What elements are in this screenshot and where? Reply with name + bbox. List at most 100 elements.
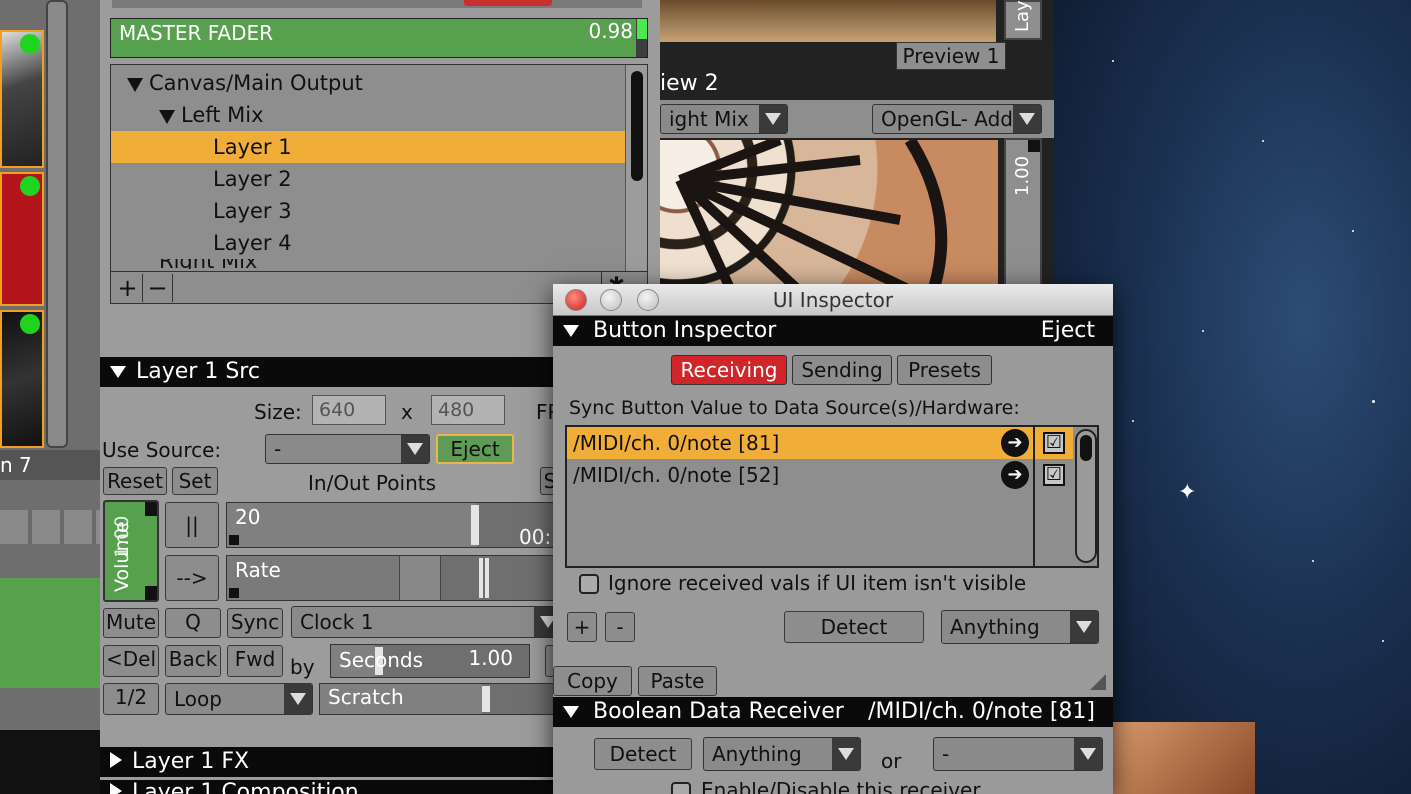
sync-button[interactable]: Sync [227, 608, 283, 638]
use-source-label: Use Source: [102, 438, 222, 462]
tree-item-layer-1[interactable]: Layer 1 [111, 131, 625, 163]
tree-item-layer-2[interactable]: Layer 2 [111, 163, 625, 195]
seconds-slider[interactable]: Seconds 1.00 [330, 644, 530, 678]
enable-checkbox[interactable] [671, 782, 691, 794]
thumbnail-scrollbar[interactable] [46, 0, 68, 448]
reset-button[interactable]: Reset [103, 467, 167, 495]
eject-button[interactable]: Eject [436, 434, 514, 464]
preview-2-opacity-slider[interactable]: 1.00 [1004, 138, 1042, 300]
ignore-label: Ignore received vals if UI item isn't vi… [608, 571, 1027, 595]
tree-item-canvas[interactable]: Canvas/Main Output [111, 67, 625, 99]
source-select[interactable]: - [265, 434, 430, 464]
tab-sending[interactable]: Sending [792, 355, 892, 385]
volume-handle[interactable] [145, 502, 157, 516]
add-source-button[interactable]: + [567, 612, 597, 642]
disclosure-icon [563, 706, 579, 718]
paste-button[interactable]: Paste [638, 666, 717, 696]
disclosure-icon [563, 325, 579, 337]
window-titlebar[interactable]: UI Inspector [553, 284, 1113, 316]
chevron-down-icon [1070, 611, 1098, 643]
strip-green-block [0, 578, 100, 688]
half-button[interactable]: 1/2 [103, 683, 159, 715]
pause-button[interactable]: || [165, 502, 219, 548]
mute-button[interactable]: Mute [103, 608, 159, 638]
ignore-checkbox[interactable] [579, 574, 599, 594]
boolean-receiver-header[interactable]: Boolean Data Receiver /MIDI/ch. 0/note [… [553, 697, 1113, 727]
master-fader[interactable]: MASTER FADER 0.98 [110, 18, 648, 58]
checkbox-icon[interactable]: ☑ [1043, 432, 1065, 454]
thumbnail-2[interactable] [0, 172, 44, 306]
rate-label: Rate [235, 558, 281, 582]
preview-1-tab[interactable]: Preview 1 [896, 42, 1006, 70]
play-direction-button[interactable]: --> [165, 555, 219, 601]
list-scrollbar-thumb[interactable] [1080, 435, 1092, 461]
remove-source-button[interactable]: - [605, 612, 635, 642]
detect-button[interactable]: Detect [784, 611, 924, 643]
button-inspector-header[interactable]: Button Inspector Eject [553, 316, 1113, 346]
copy-button[interactable]: Copy [553, 666, 632, 696]
fwd-button[interactable]: Fwd [227, 645, 283, 677]
tab-receiving[interactable]: Receiving [671, 355, 787, 385]
list-item[interactable]: /MIDI/ch. 0/note [81] [567, 427, 1033, 459]
rate-knob[interactable] [479, 558, 483, 598]
tree-scrollbar[interactable] [625, 65, 647, 271]
checkbox-icon[interactable]: ☑ [1043, 464, 1065, 486]
clock-select[interactable]: Clock 1 [291, 606, 563, 638]
delete-button[interactable]: <Del [103, 645, 159, 677]
master-fader-value: 0.98 [588, 19, 633, 43]
layer-src-header[interactable]: Layer 1 Src [100, 357, 560, 387]
layer-composition-header[interactable]: Layer 1 Composition [100, 780, 560, 794]
tree-item-layer-3[interactable]: Layer 3 [111, 195, 625, 227]
preview-1-opacity-slider[interactable]: Lay [1004, 0, 1042, 40]
tab-presets[interactable]: Presets [897, 355, 992, 385]
loop-select[interactable]: Loop [165, 683, 313, 715]
position-slider[interactable]: 20 00: [226, 502, 566, 548]
set-button[interactable]: Set [172, 467, 218, 495]
rate-slider[interactable]: Rate [226, 555, 566, 601]
status-dot [20, 314, 40, 334]
tree-item-right-mix[interactable]: Right Mix [111, 259, 625, 269]
arrow-right-icon[interactable]: ➔ [1001, 461, 1029, 489]
position-knob[interactable] [471, 505, 479, 545]
mix-select[interactable]: ight Mix [660, 104, 788, 134]
resize-grip-icon[interactable] [1090, 674, 1106, 690]
back-button[interactable]: Back [165, 645, 221, 677]
master-fader-handle[interactable] [637, 19, 647, 39]
enable-receiver-row[interactable]: Enable/Disable this receiver [671, 782, 1091, 794]
anything-select-2[interactable]: Anything [703, 737, 861, 771]
preview-panel: Lay Preview 1 iew 2 ight Mix OpenGL- Add… [660, 0, 1054, 300]
height-field[interactable]: 480 [431, 395, 505, 425]
q-button[interactable]: Q [165, 608, 221, 638]
thumbnail-1[interactable] [0, 30, 44, 168]
arrow-right-icon[interactable]: ➔ [1001, 429, 1029, 457]
minimize-icon[interactable] [600, 289, 622, 311]
tree-item-layer-4[interactable]: Layer 4 [111, 227, 625, 259]
chevron-down-icon [284, 684, 312, 714]
add-layer-button[interactable]: + [113, 274, 143, 302]
layer-fx-header[interactable]: Layer 1 FX [100, 747, 560, 777]
disclosure-icon [127, 78, 143, 92]
disclosure-icon [110, 752, 122, 768]
inout-points-label: In/Out Points [308, 471, 437, 495]
scratch-slider[interactable]: Scratch [319, 683, 560, 715]
size-x-label: x [401, 400, 413, 424]
preview-2-image [660, 140, 998, 300]
list-scrollbar[interactable] [1075, 429, 1097, 563]
remove-layer-button[interactable]: − [143, 274, 173, 302]
detect-button-2[interactable]: Detect [594, 738, 692, 770]
list-item[interactable]: /MIDI/ch. 0/note [52] [567, 459, 1033, 491]
blend-mode-select[interactable]: OpenGL- Add [872, 104, 1042, 134]
disclosure-icon [159, 110, 175, 124]
close-icon[interactable] [565, 289, 587, 311]
tree-item-left-mix[interactable]: Left Mix [111, 99, 625, 131]
volume-slider[interactable]: Volume 1.00 [103, 500, 159, 602]
receiver-select[interactable]: - [933, 737, 1103, 771]
scratch-knob[interactable] [482, 686, 490, 712]
window-title: UI Inspector [772, 288, 894, 312]
thumbnail-3[interactable] [0, 310, 44, 448]
zoom-icon[interactable] [637, 289, 659, 311]
tree-scrollbar-thumb[interactable] [631, 71, 643, 181]
strip-label: n 7 [0, 450, 100, 480]
width-field[interactable]: 640 [312, 395, 386, 425]
anything-select[interactable]: Anything [941, 610, 1099, 644]
